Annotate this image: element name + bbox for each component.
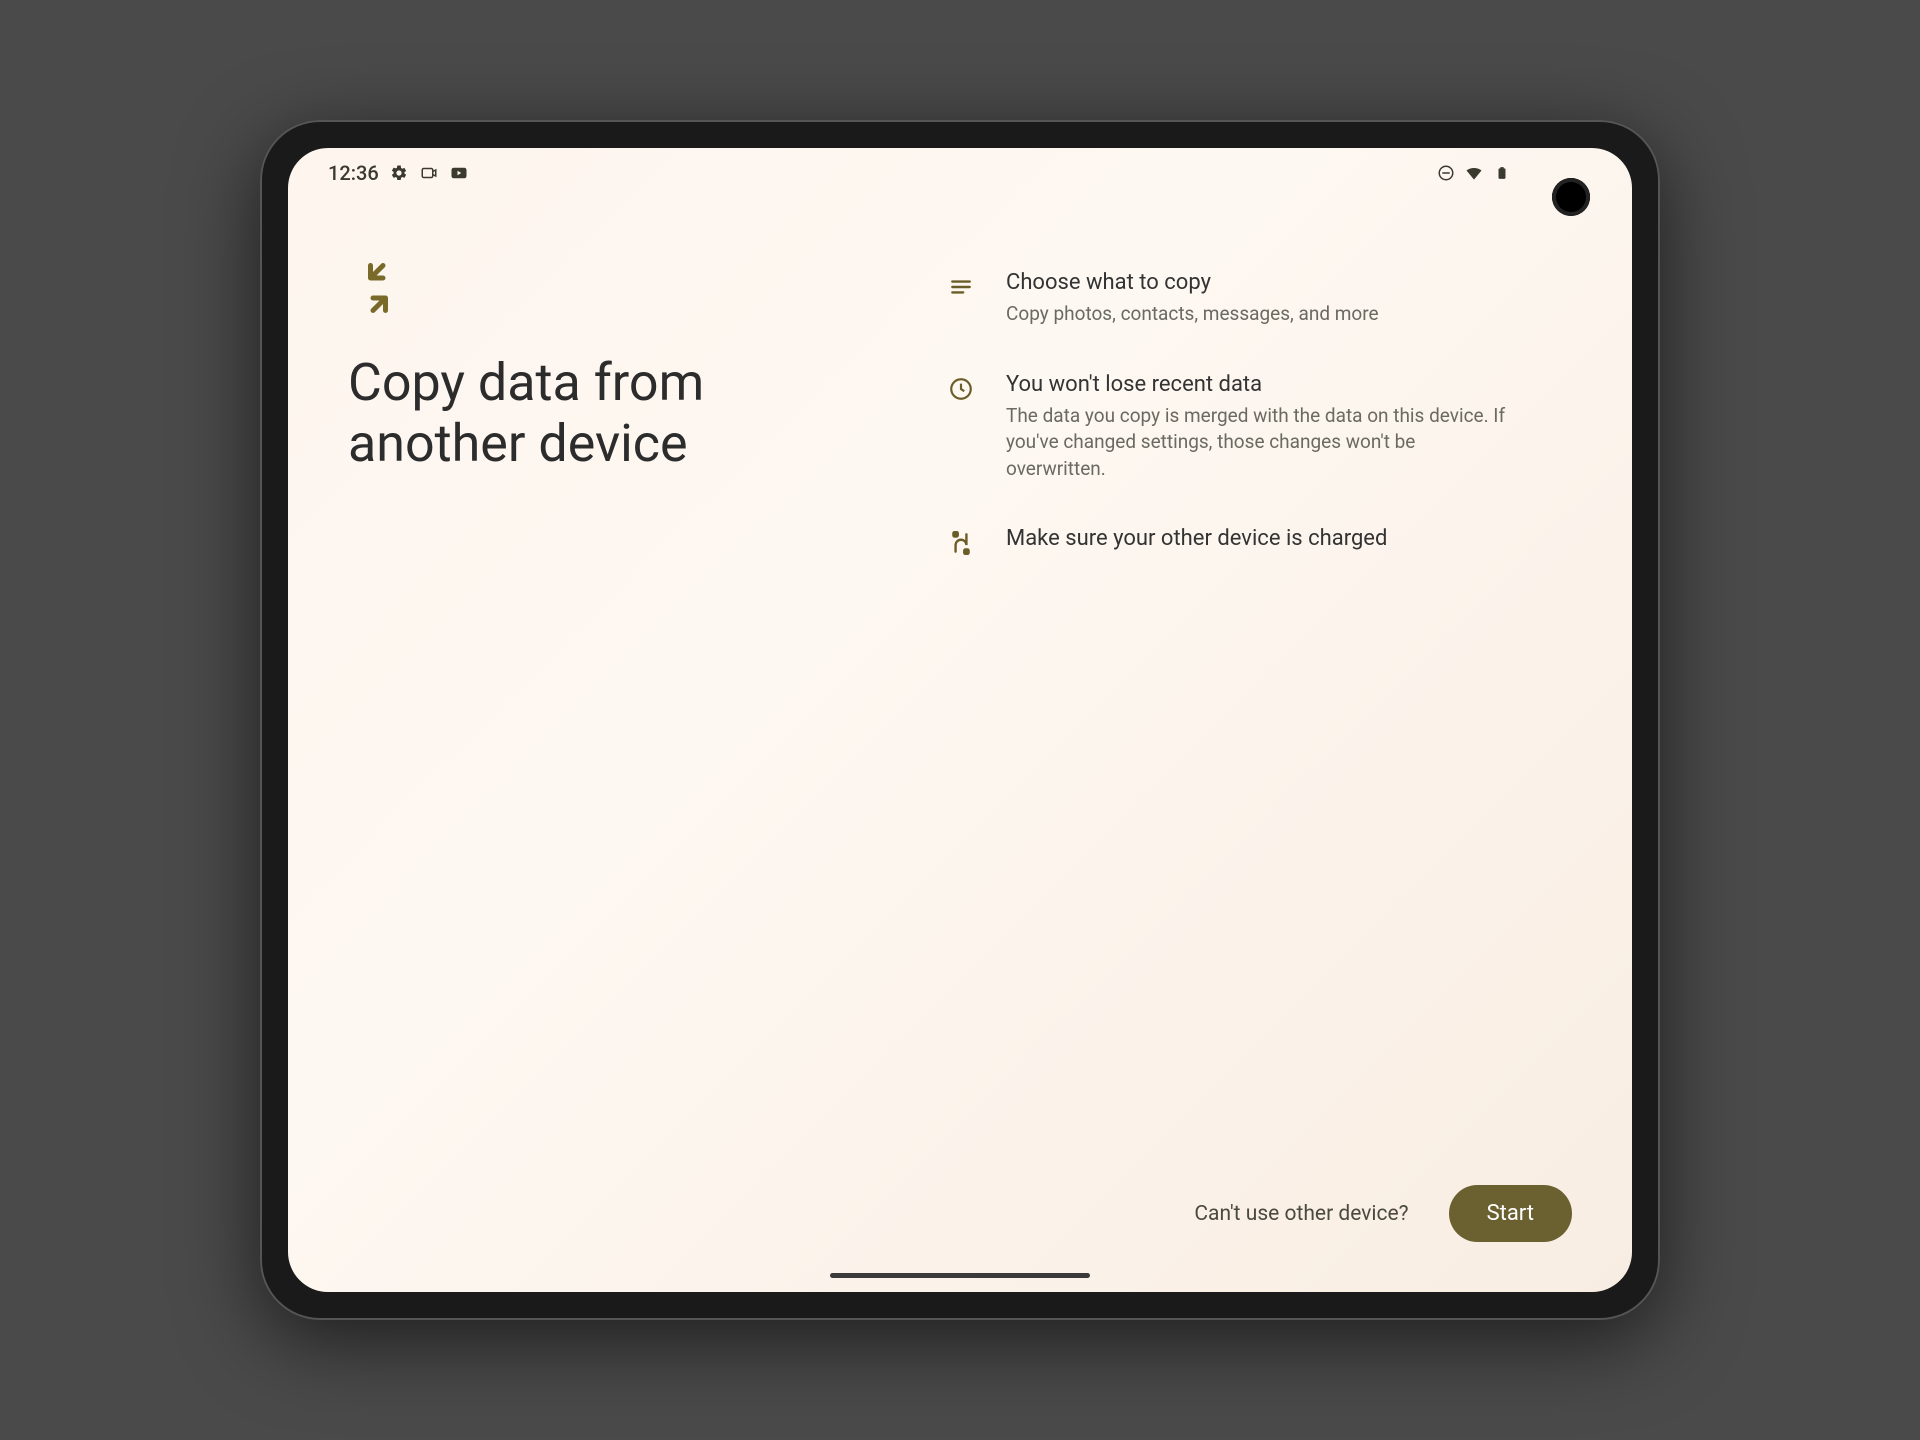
left-column: Copy data from another device <box>348 258 868 1185</box>
status-time: 12:36 <box>328 161 379 185</box>
device-frame: 12:36 <box>260 120 1660 1320</box>
page-title: Copy data from another device <box>348 352 868 475</box>
screen: 12:36 <box>288 148 1632 1292</box>
camera-cutout <box>1552 178 1590 216</box>
info-title: Choose what to copy <box>1006 270 1508 295</box>
start-button[interactable]: Start <box>1449 1185 1572 1242</box>
info-item-nolose: You won't lose recent data The data you … <box>948 372 1508 483</box>
status-bar: 12:36 <box>288 148 1632 198</box>
info-desc: Copy photos, contacts, messages, and mor… <box>1006 301 1508 328</box>
right-column: Choose what to copy Copy photos, contact… <box>948 258 1508 1185</box>
info-item-charged: Make sure your other device is charged <box>948 526 1508 560</box>
cable-icon <box>948 530 978 560</box>
camera-icon <box>419 163 439 183</box>
wifi-icon <box>1464 163 1484 183</box>
settings-icon <box>389 163 409 183</box>
battery-icon <box>1492 163 1512 183</box>
info-item-choose: Choose what to copy Copy photos, contact… <box>948 270 1508 328</box>
transfer-arrows-icon <box>348 258 408 318</box>
info-title: Make sure your other device is charged <box>1006 526 1508 551</box>
list-icon <box>948 274 978 304</box>
content-area: Copy data from another device Choose wha… <box>288 198 1632 1185</box>
info-title: You won't lose recent data <box>1006 372 1508 397</box>
info-desc: The data you copy is merged with the dat… <box>1006 403 1508 483</box>
cant-use-device-button[interactable]: Can't use other device? <box>1194 1202 1408 1226</box>
clock-icon <box>948 376 978 406</box>
youtube-icon <box>449 163 469 183</box>
gesture-nav-bar[interactable] <box>830 1273 1090 1278</box>
dnd-icon <box>1436 163 1456 183</box>
